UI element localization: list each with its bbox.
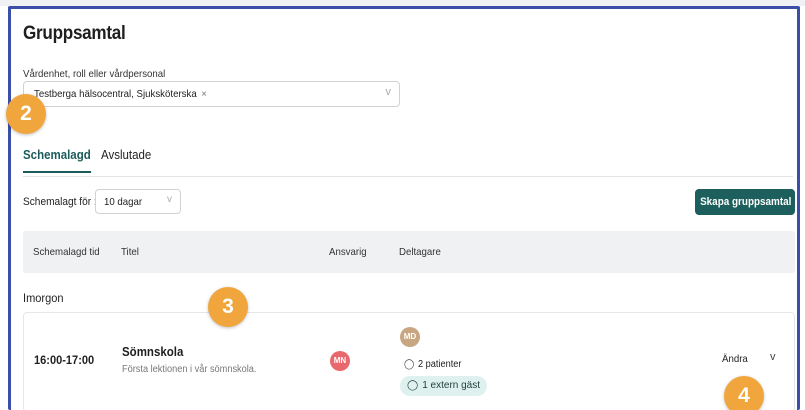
- row-description: Första lektionen i vår sömnskola.: [122, 364, 257, 375]
- step-badge: 2: [6, 94, 46, 134]
- patients-label: 2 patienter: [417, 359, 462, 370]
- tab-bar: Schemalagd Avslutade: [23, 144, 793, 177]
- selected-tag: Testberga hälsocentral, Sjuksköterska ×: [34, 88, 207, 100]
- chevron-down-icon: v: [167, 194, 172, 205]
- column-header-responsible: Ansvarig: [329, 246, 367, 258]
- unit-filter-label: Vårdenhet, roll eller vårdpersonal: [23, 68, 166, 80]
- app-frame: Gruppsamtal Vårdenhet, roll eller vårdpe…: [8, 6, 800, 410]
- tab-schemalagd[interactable]: Schemalagd: [23, 148, 91, 173]
- patients-count: ◯ 2 patienter: [404, 359, 461, 370]
- table-header: Schemalagd tid Titel Ansvarig Deltagare: [23, 231, 795, 273]
- group-label-tomorrow: Imorgon: [23, 291, 64, 305]
- row-time: 16:00-17:00: [34, 353, 95, 367]
- close-icon[interactable]: ×: [201, 88, 207, 100]
- create-group-call-label: Skapa gruppsamtal: [700, 196, 792, 208]
- step-badge: 3: [208, 287, 248, 327]
- avatar: MD: [400, 327, 420, 347]
- chevron-down-icon[interactable]: v: [770, 351, 776, 363]
- page-title: Gruppsamtal: [23, 23, 126, 44]
- step-badge: 4: [724, 376, 764, 410]
- row-title: Sömnskola: [122, 345, 184, 359]
- table-row[interactable]: 16:00-17:00 Sömnskola Första lektionen i…: [23, 312, 795, 410]
- external-guest-chip: ◯ 1 extern gäst: [400, 376, 488, 396]
- schedule-filter-label: Schemalagt för :: [23, 196, 97, 208]
- chevron-down-icon[interactable]: v: [386, 86, 392, 98]
- create-group-call-button[interactable]: Skapa gruppsamtal: [695, 189, 795, 215]
- guest-label: 1 extern gäst: [422, 380, 481, 391]
- avatar: MN: [330, 351, 350, 371]
- schedule-range-value: 10 dagar: [104, 196, 143, 208]
- column-header-participants: Deltagare: [399, 246, 441, 258]
- schedule-range-select[interactable]: 10 dagar v: [95, 189, 181, 214]
- users-icon: ◯: [407, 380, 419, 391]
- user-icon: ◯: [404, 359, 415, 370]
- column-header-title: Titel: [121, 246, 139, 258]
- selected-tag-label: Testberga hälsocentral, Sjuksköterska: [34, 88, 197, 100]
- column-header-time: Schemalagd tid: [33, 246, 100, 258]
- edit-button[interactable]: Ändra: [722, 353, 748, 365]
- tab-avslutade[interactable]: Avslutade: [101, 148, 151, 171]
- unit-filter-select[interactable]: Testberga hälsocentral, Sjuksköterska × …: [23, 81, 400, 107]
